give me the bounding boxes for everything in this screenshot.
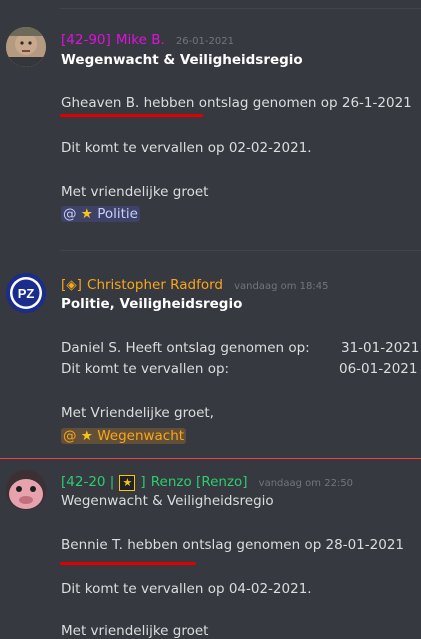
message-3[interactable]: [42-20 | ★ ] Renzo [Renzo] vandaag om 22…	[0, 458, 421, 639]
avatar-text: PZ	[18, 286, 35, 301]
face-photo-icon	[6, 27, 46, 67]
message-line: Dit komt te vervallen op 02-02-2021.	[61, 140, 312, 156]
author-tag[interactable]: [42-90]	[61, 32, 111, 48]
row-value: 31-01-2021	[341, 340, 420, 356]
message-line: Bennie T. hebben ontslag genomen op 28-0…	[61, 537, 405, 553]
row-value: 06-01-2021	[339, 361, 418, 377]
message-subject: Wegenwacht & Veiligheidsregio	[61, 52, 303, 68]
mention-wegenwacht[interactable]: @ ★ Wegenwacht	[61, 428, 187, 444]
message-header: [◈] Christopher Radford vandaag om 18:45	[61, 274, 328, 293]
message-header: [42-90] Mike B. 26-01-2021	[61, 29, 234, 48]
avatar-christopher[interactable]: PZ	[6, 273, 46, 313]
message-line: Met Vriendelijke groet,	[61, 405, 214, 421]
author-name[interactable]: Christopher Radford	[87, 277, 223, 293]
mention-politie[interactable]: @ ★ Politie	[61, 206, 140, 222]
pz-logo-icon: PZ	[6, 273, 46, 313]
author-name[interactable]: Renzo [Renzo]	[151, 474, 248, 490]
role-mention[interactable]: @ ★ Politie	[61, 206, 140, 222]
role-mention[interactable]: @ ★ Wegenwacht	[61, 428, 187, 444]
message-line: Gheaven B. hebben ontslag genomen op 26-…	[61, 95, 412, 111]
message-line: Met vriendelijke groet	[61, 184, 209, 200]
pink-creature-icon	[6, 470, 46, 510]
author-name[interactable]: Mike B.	[116, 32, 165, 48]
timestamp: vandaag om 22:50	[258, 478, 354, 489]
message-1[interactable]: [42-90] Mike B. 26-01-2021 Wegenwacht & …	[0, 0, 421, 240]
message-line: Met vriendelijke groet	[61, 623, 209, 639]
star-icon: ★	[80, 206, 93, 222]
star-icon: ★	[80, 428, 93, 444]
row-label: Daniel S. Heeft ontslag genomen op:	[61, 340, 310, 356]
avatar-mike[interactable]	[6, 27, 46, 67]
author-tag[interactable]: [42-20 |	[61, 474, 114, 490]
timestamp: vandaag om 18:45	[234, 281, 329, 292]
message-header: [42-20 | ★ ] Renzo [Renzo] vandaag om 22…	[61, 471, 353, 491]
highlight-underline	[60, 562, 196, 565]
avatar-renzo[interactable]	[6, 470, 46, 510]
message-2[interactable]: PZ [◈] Christopher Radford vandaag om 18…	[0, 250, 421, 455]
highlight-underline	[60, 114, 203, 117]
timestamp: 26-01-2021	[175, 36, 234, 47]
message-subject: Wegenwacht & Veiligheidsregio	[61, 493, 274, 509]
message-subject: Politie, Veiligheidsregio	[61, 296, 243, 312]
row-label: Dit komt te vervallen op:	[61, 361, 230, 377]
author-tag-end: ]	[140, 474, 146, 490]
star-badge-icon: ★	[119, 475, 136, 491]
message-line: Dit komt te vervallen op 04-02-2021.	[61, 581, 312, 597]
author-tag[interactable]: [◈]	[61, 277, 82, 293]
